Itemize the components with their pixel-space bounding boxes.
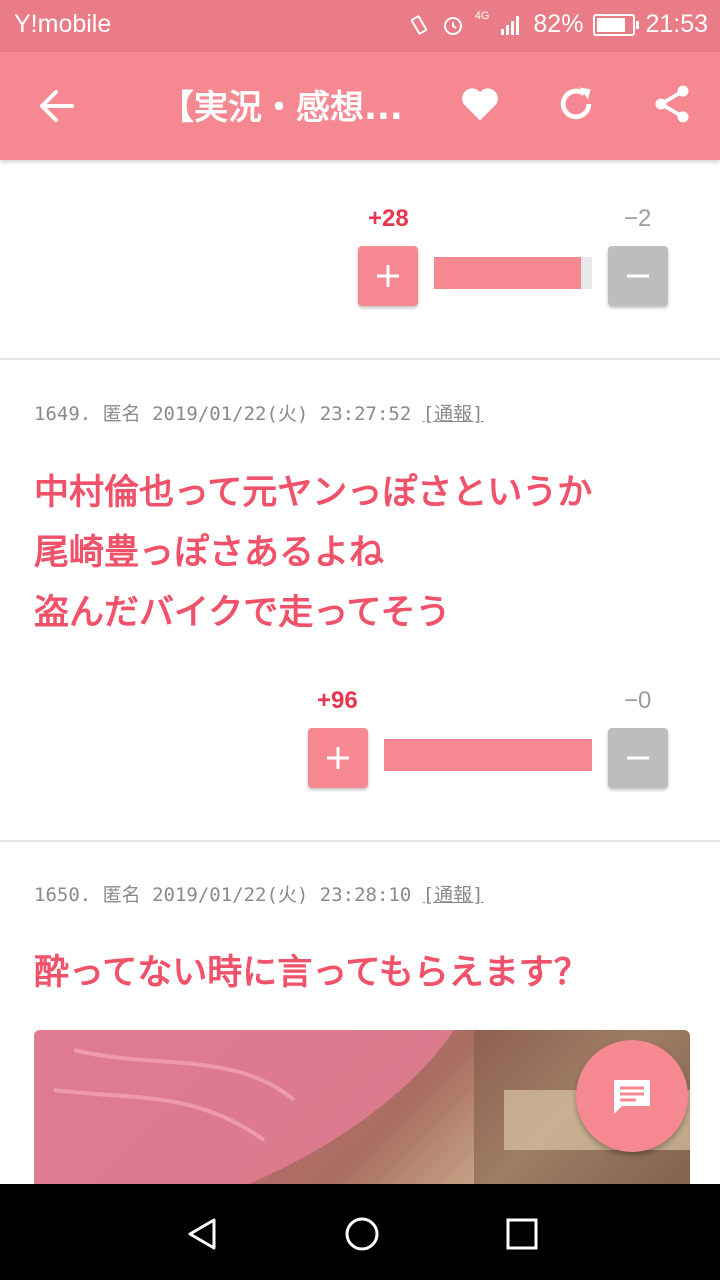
heart-icon[interactable] bbox=[458, 82, 502, 126]
vote-minus-count: −2 bbox=[624, 205, 652, 232]
plus-icon bbox=[377, 265, 399, 287]
network-type: 4G bbox=[474, 10, 490, 22]
comment-divider bbox=[0, 840, 720, 842]
write-comment-button[interactable] bbox=[576, 1040, 688, 1152]
comment-icon bbox=[614, 1080, 650, 1114]
minus-icon bbox=[627, 274, 649, 278]
comment-line: 尾崎豊っぽさあるよね bbox=[34, 533, 385, 573]
app-bar: 【実況・感想... bbox=[0, 52, 720, 160]
nav-back-icon[interactable] bbox=[182, 1214, 222, 1254]
nav-home-icon[interactable] bbox=[342, 1214, 382, 1254]
share-icon[interactable] bbox=[650, 82, 694, 126]
arrow-left-icon[interactable] bbox=[34, 86, 78, 126]
battery-icon bbox=[593, 13, 640, 36]
signal-icon bbox=[501, 15, 520, 35]
comment-line: 中村倫也って元ヤンっぽさというか bbox=[34, 473, 593, 513]
comment-line: 盗んだバイクで走ってそう bbox=[34, 593, 451, 633]
clock: 21:53 bbox=[645, 10, 708, 38]
comment-body: 酔ってない時に言ってもらえます？ bbox=[34, 943, 694, 1003]
vote-minus-button[interactable] bbox=[608, 728, 668, 788]
comment-meta-text: 1649. 匿名 2019/01/22(火) 23:27:52 bbox=[34, 403, 423, 425]
vote-plus-button[interactable] bbox=[308, 728, 368, 788]
vote-plus-count: +96 bbox=[317, 687, 358, 714]
comment-meta-text: 1650. 匿名 2019/01/22(火) 23:28:10 bbox=[34, 884, 423, 906]
battery-percent: 82% bbox=[533, 10, 584, 38]
status-icons: 4G 82% 21:53 bbox=[407, 10, 708, 39]
comment-body: 中村倫也って元ヤンっぽさというか 尾崎豊っぽさあるよね 盗んだバイクで走ってそう bbox=[34, 463, 694, 643]
comment-line: 酔ってない時に言ってもらえます？ bbox=[34, 953, 589, 993]
nav-recents-icon[interactable] bbox=[502, 1214, 542, 1254]
plus-icon bbox=[327, 747, 349, 769]
comment-meta: 1650. 匿名 2019/01/22(火) 23:28:10 [通報] bbox=[34, 880, 484, 907]
vote-plus-count: +28 bbox=[368, 205, 409, 232]
minus-icon bbox=[627, 756, 649, 760]
status-bar: Y!mobile 4G 82% 21:53 bbox=[0, 0, 720, 52]
page-title: 【実況・感想... bbox=[160, 88, 403, 128]
refresh-icon[interactable] bbox=[554, 82, 598, 126]
report-link[interactable]: [通報] bbox=[423, 884, 484, 906]
comment-meta: 1649. 匿名 2019/01/22(火) 23:27:52 [通報] bbox=[34, 399, 484, 426]
system-nav-bar bbox=[0, 1184, 720, 1280]
alarm-icon bbox=[443, 16, 462, 35]
vote-minus-count: −0 bbox=[624, 687, 652, 714]
vote-ratio-bar bbox=[434, 257, 592, 289]
report-link[interactable]: [通報] bbox=[423, 403, 484, 425]
comment-divider bbox=[0, 358, 720, 360]
vote-ratio-bar bbox=[384, 739, 592, 771]
vibrate-icon bbox=[410, 14, 427, 35]
carrier-name: Y!mobile bbox=[14, 10, 112, 38]
vote-minus-button[interactable] bbox=[608, 246, 668, 306]
vote-plus-button[interactable] bbox=[358, 246, 418, 306]
